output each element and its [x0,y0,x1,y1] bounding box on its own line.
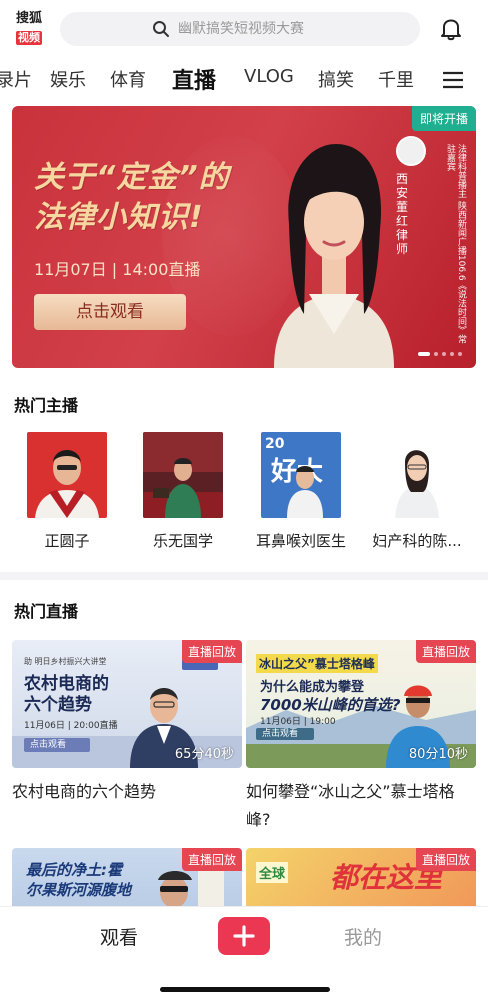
banner-headline-line2: 法律小知识! [34,200,204,235]
plus-icon [233,925,255,947]
banner-headline-line1: 关于“定金”的 [34,160,230,195]
logo-text-video: 视频 [16,31,42,45]
thumb-watch-label: 点击观看 [262,729,299,739]
thumb-headline-line2: 尔果斯河源腹地 [26,881,132,899]
search-input[interactable] [178,21,328,37]
tab-vlog[interactable]: VLOG [244,66,294,87]
thumb-date: 11月06日 | 20:00直播 [24,721,118,731]
logo-text-sohu: 搜狐 [15,11,42,26]
anchor-avatar [377,432,457,518]
replay-tag: 直播回放 [415,640,476,663]
thumb-date: 11月06日 | 19:00 [260,717,336,727]
anchor-avatar: 20 好大 [261,432,341,518]
anchor-name: 乐无国学 [152,532,213,550]
replay-tag: 直播回放 [415,848,476,871]
menu-icon[interactable] [440,68,466,92]
nav-watch[interactable]: 观看 [100,923,138,950]
thumb-label: 全球 [256,862,289,883]
duration-label: 80分10秒 [408,747,468,762]
bell-icon[interactable] [438,16,464,42]
thumb-top-text: 助 明日乡村振兴大讲堂 [24,657,107,666]
thumb-headline-line1: 农村电商的 [24,674,109,694]
search-icon [153,21,169,37]
tab-funny[interactable]: 搞笑 [318,66,354,92]
carousel-dot[interactable] [434,352,438,356]
search-bar[interactable] [60,12,420,46]
anchor-name: 耳鼻喉刘医生 [255,532,346,550]
thumb-headline: 最后的净土:霍 尔果斯河源腹地 [26,860,131,900]
thumb-banner-text: 冰山之父”慕士塔格峰 [256,654,378,673]
anchor-item[interactable]: 乐无国学 [128,432,238,551]
anchor-avatar [27,432,107,518]
thumb-headline-line1: 最后的净土:霍 [26,861,122,879]
host-portrait [274,144,394,368]
replay-tag: 直播回放 [181,848,242,871]
banner-date: 11月07日 | 14:00直播 [34,260,201,279]
top-header: 搜狐 视频 [0,0,488,58]
duration-label: 65分40秒 [174,747,234,762]
tab-qianli[interactable]: 千里 [378,66,414,92]
carousel-dot[interactable] [442,352,446,356]
thumb-headline: 农村电商的 六个趋势 [24,674,109,716]
live-card[interactable]: 冰山之父”慕士塔格峰 为什么能成为攀登 7000米山峰的首选? 11月06日 |… [246,640,476,834]
sohu-video-logo[interactable]: 搜狐 视频 [12,12,46,45]
replay-tag: 直播回放 [181,640,242,663]
live-card-title: 如何攀登“冰山之父”慕士塔格峰? [246,782,455,829]
hot-anchors-title: 热门主播 [14,396,79,415]
tab-documentary[interactable]: 录片 [0,66,32,92]
live-card[interactable]: 助 明日乡村振兴大讲堂 农村电商的 六个趋势 11月06日 | 20:00直播 … [12,640,242,806]
thumb-watch-label: 点击观看 [30,740,67,750]
live-banner[interactable]: 关于“定金”的 法律小知识! 11月07日 | 14:00直播 点击观看 西安董… [12,106,476,368]
carousel-dot-active[interactable] [418,352,430,356]
upcoming-badge: 即将开播 [411,106,476,131]
tab-entertainment[interactable]: 娱乐 [50,66,86,92]
anchor-item[interactable]: 正圆子 [12,432,122,551]
host-name: 西安董红律师 [395,172,408,256]
thumb-headline-line2: 六个趋势 [24,695,92,715]
nav-mine[interactable]: 我的 [344,923,382,950]
anchor-name: 妇产科的陈... [372,532,462,550]
anchor-name: 正圆子 [44,532,90,550]
banner-headline: 关于“定金”的 法律小知识! [34,158,230,238]
section-divider [0,572,488,580]
thumb-line3: 7000米山峰的首选? [260,696,401,714]
host-description: 法律科普播主 陕西新闻广播106.6《说法时间》常驻嘉宾 [445,144,466,344]
create-plus-button[interactable] [218,917,270,955]
tab-live[interactable]: 直播 [172,63,216,95]
live-card-thumbnail: 冰山之父”慕士塔格峰 为什么能成为攀登 7000米山峰的首选? 11月06日 |… [246,640,476,768]
tabs-fade [410,60,440,100]
tab-sports[interactable]: 体育 [110,66,146,92]
bottom-nav: 观看 我的 [0,906,488,1000]
anchor-avatar [143,432,223,518]
anchor-item[interactable]: 妇产科的陈... [362,432,472,551]
live-card-title: 农村电商的六个趋势 [12,782,157,801]
svg-text:20: 20 [265,436,285,452]
hot-anchors-list: 正圆子 乐无国学 20 好大 [0,432,488,562]
banner-watch-button[interactable]: 点击观看 [34,294,186,330]
carousel-dot[interactable] [450,352,454,356]
live-card-thumbnail: 助 明日乡村振兴大讲堂 农村电商的 六个趋势 11月06日 | 20:00直播 … [12,640,242,768]
category-tabs: 录片 娱乐 体育 直播 VLOG 搞笑 千里 [0,60,488,100]
carousel-dot[interactable] [458,352,462,356]
hot-live-title: 热门直播 [14,602,79,621]
anchor-item[interactable]: 20 好大 耳鼻喉刘医生 [246,432,356,551]
carousel-dots[interactable] [418,352,462,356]
home-indicator [160,987,330,992]
thumb-line2: 为什么能成为攀登 [260,680,365,695]
